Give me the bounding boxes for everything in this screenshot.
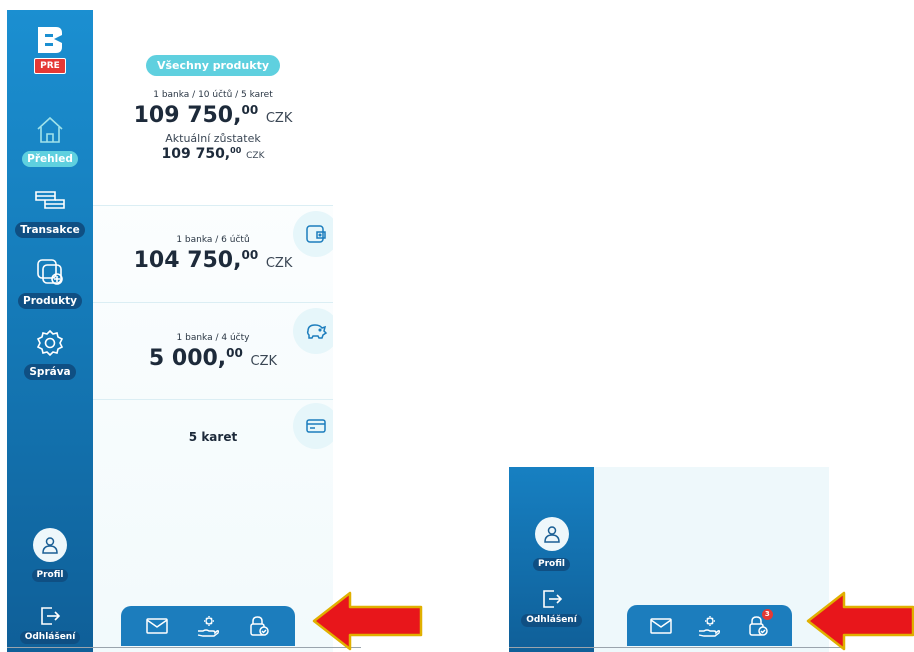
lock-check-icon[interactable] [246,613,272,639]
hand-gear-icon[interactable] [195,613,221,639]
wallet-icon[interactable] [293,211,333,257]
total-amount: 109 750,00 CZK [133,103,293,128]
sidebar-item-label: Správa [24,364,76,380]
user-icon [534,517,569,551]
notification-badge: 3 [761,608,773,620]
mail-icon[interactable] [648,613,674,639]
sidebar-item-label: Transakce [15,222,85,238]
sidebar-item-produkty[interactable]: Produkty [18,254,82,309]
add-card-icon [32,254,68,290]
bottom-action-bar-zoom: 3 [627,605,792,646]
logout-button[interactable]: Odhlášení [7,604,93,644]
divider-line [509,647,843,648]
mail-icon[interactable] [144,613,170,639]
bottom-action-bar [121,606,295,646]
divider-line [7,647,361,648]
cards-row[interactable]: 5 karet [93,399,333,496]
profile-label: Profil [31,569,69,582]
logout-button[interactable]: Odhlášení [509,587,594,627]
sidebar-zoom: Profil Odhlášení [509,467,594,652]
profile-button[interactable]: Profil [509,517,594,571]
summary-card: Všechny produkty 1 banka / 10 účtů / 5 k… [93,10,333,205]
credit-card-icon[interactable] [293,403,333,449]
main-content: Všechny produkty 1 banka / 10 účtů / 5 k… [93,10,333,652]
balance-label: Aktuální zůstatek [165,132,261,145]
account-amount: 104 750,00 CZK [133,248,293,273]
user-icon [33,528,67,562]
app-logo [35,25,65,55]
hand-gear-icon[interactable] [696,613,722,639]
sidebar-item-label: Produkty [18,293,82,309]
piggy-bank-icon[interactable] [293,308,333,354]
home-icon [32,112,68,148]
sidebar-item-sprava[interactable]: Správa [24,325,76,380]
app-screenshot-full: PRE Přehled Transakce Produkty Správa Pr… [7,10,333,652]
account-row-savings[interactable]: 1 banka / 4 účty 5 000,00 CZK [93,302,333,399]
logout-icon [542,590,562,608]
balance-amount: 109 750,00 CZK [161,146,265,162]
sidebar: PRE Přehled Transakce Produkty Správa Pr… [7,10,93,652]
logout-label: Odhlášení [19,631,81,644]
account-amount: 5 000,00 CZK [148,346,278,371]
profile-label: Profil [533,558,570,571]
logout-icon [41,607,61,625]
sidebar-item-label: Přehled [22,151,78,167]
account-row-wallet[interactable]: 1 banka / 6 účtů 104 750,00 CZK [93,205,333,302]
pre-badge: PRE [34,58,66,74]
profile-button[interactable]: Profil [7,528,93,582]
gear-icon [32,325,68,361]
sidebar-item-transakce[interactable]: Transakce [15,183,85,238]
transfer-icon [32,183,68,219]
logout-label: Odhlášení [521,614,582,627]
lock-check-icon[interactable]: 3 [745,608,773,639]
red-arrow-pointer [806,591,914,651]
summary-meta: 1 banka / 10 účtů / 5 karet [153,90,273,100]
red-arrow-pointer [312,591,423,651]
sidebar-item-prehled[interactable]: Přehled [22,112,78,167]
filter-all-products[interactable]: Všechny produkty [145,55,280,76]
